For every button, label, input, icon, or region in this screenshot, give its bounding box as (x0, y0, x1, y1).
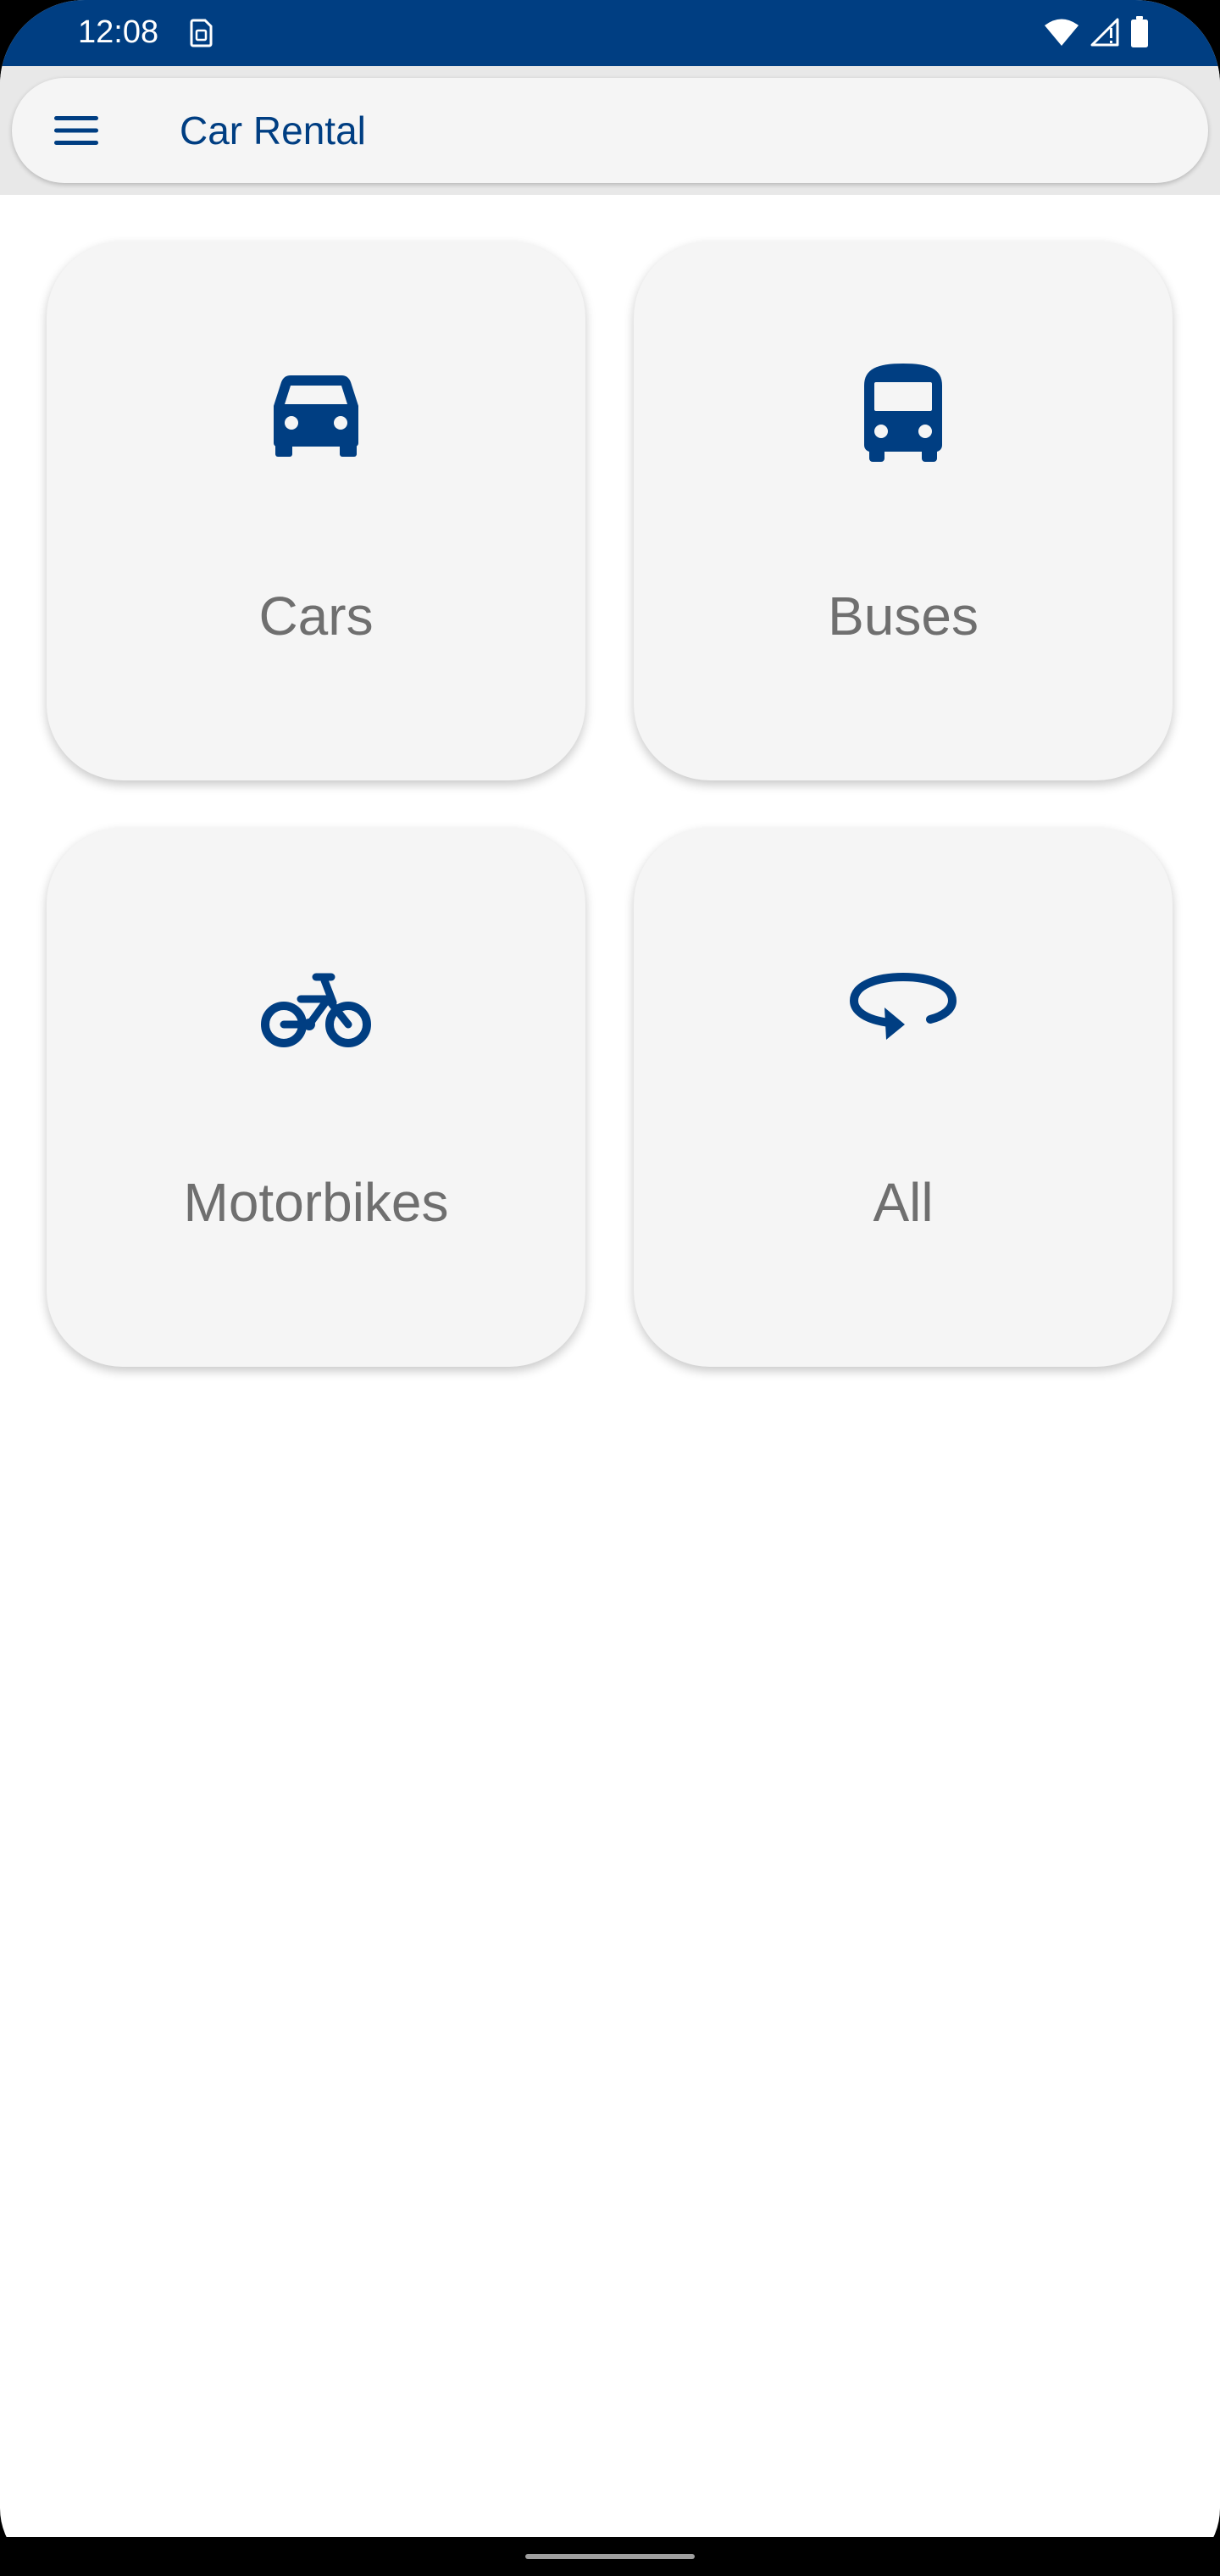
status-icons (1044, 15, 1149, 49)
category-label: Motorbikes (183, 1172, 449, 1233)
category-card-buses[interactable]: Buses (634, 242, 1173, 780)
category-card-cars[interactable]: Cars (47, 242, 585, 780)
status-time: 12:08 (78, 14, 159, 50)
app-title: Car Rental (180, 108, 366, 153)
app-screen: 12:08 Car Rental Cars Buses Motorbikes A… (0, 0, 1220, 2576)
category-label: Buses (828, 586, 979, 647)
category-label: All (873, 1172, 934, 1233)
signal-icon (1090, 18, 1119, 47)
home-gesture-handle[interactable] (525, 2554, 695, 2559)
category-card-all[interactable]: All (634, 828, 1173, 1367)
bus-icon (864, 364, 942, 462)
battery-icon (1131, 16, 1148, 47)
status-bar: 12:08 (0, 0, 1220, 66)
wifi-icon (1045, 19, 1079, 46)
category-label: Cars (258, 586, 374, 647)
menu-icon[interactable] (53, 112, 100, 149)
rotate-arrow-icon (849, 972, 957, 1040)
bicycle-icon (261, 973, 371, 1047)
car-icon (274, 375, 358, 457)
category-card-motorbikes[interactable]: Motorbikes (47, 828, 585, 1367)
sim-card-icon (190, 19, 213, 47)
